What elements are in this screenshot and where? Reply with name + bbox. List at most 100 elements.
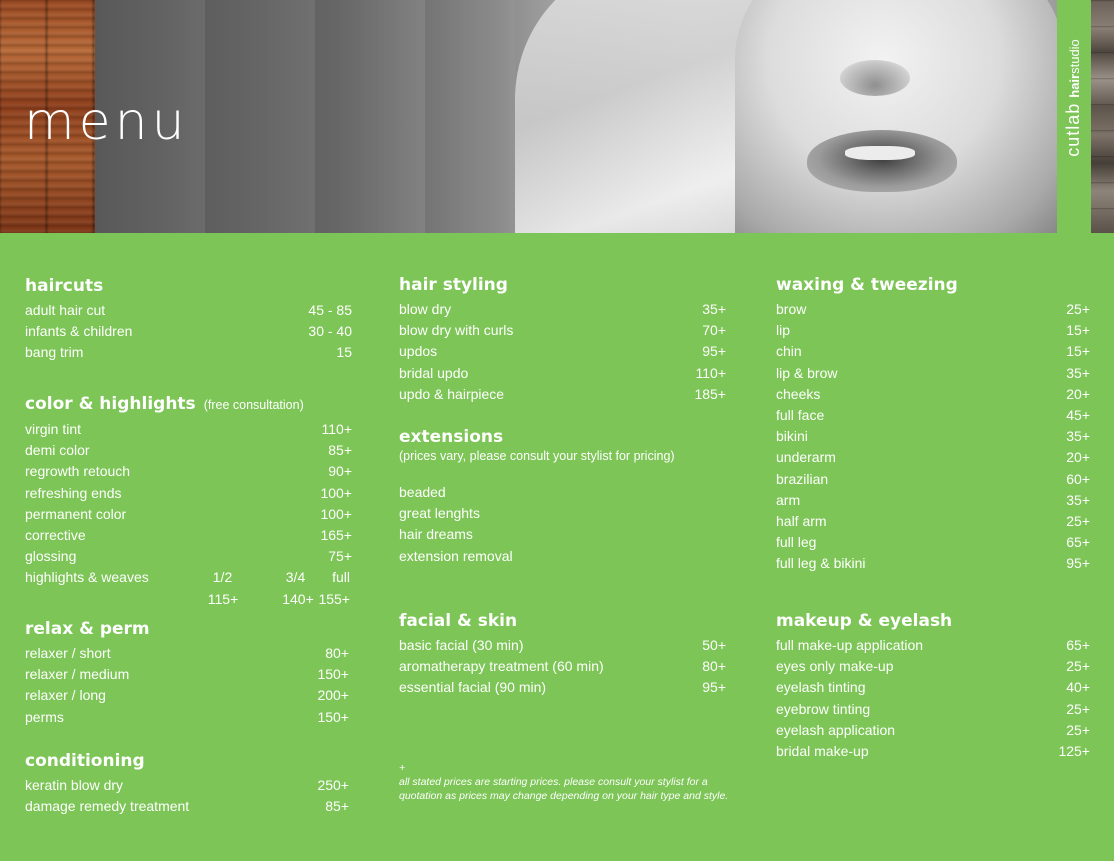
section-haircuts: haircuts adult hair cut 45 - 85 infants & …: [25, 275, 352, 364]
menu-item-row: brow 25+: [776, 299, 1090, 320]
menu-item-row: relaxer / short 80+: [25, 643, 349, 664]
menu-item-name: eyelash application: [776, 721, 896, 738]
menu-item-name: underarm: [776, 449, 836, 466]
menu-item-row: blow dry 35+: [399, 299, 726, 320]
menu-item-price: 35+: [702, 301, 726, 317]
menu-item-name: lip: [776, 322, 791, 339]
menu-item-row: demi color 85+: [25, 440, 352, 461]
section-title: relax & perm: [25, 619, 150, 639]
menu-item-row: full face 45+: [776, 405, 1090, 426]
menu-item-name: eyelash tinting: [776, 679, 866, 696]
menu-item-name: lip & brow: [776, 364, 838, 381]
menu-item-row: full leg & bikini 95+: [776, 553, 1090, 574]
menu-item-row: adult hair cut 45 - 85: [25, 300, 352, 321]
menu-item-name: demi color: [25, 442, 90, 459]
menu-item-name: eyes only make-up: [776, 658, 894, 675]
menu-item-price: 100+: [320, 484, 352, 501]
menu-item-name: chin: [776, 343, 802, 360]
menu-item-price: 165+: [320, 526, 352, 543]
menu-item-price: 185+: [694, 385, 726, 402]
menu-item-row: half arm 25+: [776, 511, 1090, 532]
menu-item-name: brow: [776, 301, 807, 317]
menu-item-row: eyes only make-up 25+: [776, 656, 1090, 677]
menu-item-row: blow dry with curls 70+: [399, 320, 726, 341]
menu-item-row: corrective 165+: [25, 525, 352, 546]
menu-item-name: virgin tint: [25, 421, 82, 437]
menu-item-name: full make-up application: [776, 637, 924, 653]
menu-item-price: 250+: [317, 777, 349, 793]
section-makeup-eyelash: makeup & eyelash full make-up applicatio…: [776, 610, 1090, 762]
menu-item-name: blow dry with curls: [399, 322, 514, 339]
section-note: (prices vary, please consult your stylis…: [399, 449, 675, 463]
menu-item-price: 95+: [702, 343, 726, 360]
menu-item-name: essential facial (90 min): [399, 679, 547, 696]
menu-item-price: 90+: [328, 463, 352, 480]
highlights-prices-row: 115+ 140+ 155+: [207, 590, 350, 607]
menu-item-row: underarm 20+: [776, 447, 1090, 468]
menu-item-price: 35+: [1066, 428, 1090, 445]
menu-item-price: 30 - 40: [308, 323, 352, 340]
section-title: color & highlights (free consultation): [25, 394, 304, 414]
menu-item-name: full leg & bikini: [776, 555, 866, 572]
menu-item-price: 75+: [328, 548, 352, 565]
menu-item-price: 125+: [1058, 742, 1090, 759]
brand-logo: cutlab hairstudio: [1063, 39, 1083, 157]
section-waxing-tweezing: waxing & tweezing brow 25+ lip 15+ chin 15+ li…: [776, 274, 1090, 574]
menu-item-row: updo & hairpiece 185+: [399, 384, 726, 405]
menu-item-name: keratin blow dry: [25, 777, 124, 793]
section-color-highlights: color & highlights (free consultation) vi…: [25, 393, 352, 610]
menu-item-name: full face: [776, 406, 825, 423]
menu-item-price: 150+: [317, 708, 349, 725]
section-hair-styling: hair styling blow dry 35+ blow dry with cu…: [399, 274, 726, 405]
menu-item-name: cheeks: [776, 385, 821, 402]
menu-item-name: full leg: [776, 534, 817, 551]
menu-item-price: 70+: [702, 322, 726, 339]
menu-item-price: 35+: [1066, 491, 1090, 508]
menu-item-name: regrowth retouch: [25, 463, 131, 480]
menu-item-price: 65+: [1066, 637, 1090, 653]
menu-item-name: relaxer / medium: [25, 666, 130, 683]
menu-item-name: blow dry: [399, 301, 452, 317]
section-relax-perm: relax & perm relaxer / short 80+ relaxer /…: [25, 618, 349, 728]
menu-item-row: lip & brow 35+: [776, 363, 1090, 384]
menu-item-row: lip 15+: [776, 320, 1090, 341]
page-title: menu: [24, 92, 189, 152]
menu-item-row: relaxer / medium 150+: [25, 664, 349, 685]
section-title: waxing & tweezing: [776, 275, 958, 295]
menu-item-name: updo & hairpiece: [399, 385, 505, 402]
menu-item-row: eyelash tinting 40+: [776, 677, 1090, 698]
menu-item-row: essential facial (90 min) 95+: [399, 677, 726, 698]
section-title: hair styling: [399, 275, 508, 295]
menu-item-row: aromatherapy treatment (60 min) 80+: [399, 656, 726, 677]
menu-item-price: 40+: [1066, 679, 1090, 696]
menu-item-row: eyelash application 25+: [776, 720, 1090, 741]
menu-item-name: permanent color: [25, 505, 127, 522]
section-title: facial & skin: [399, 611, 518, 631]
menu-item-name: glossing: [25, 548, 77, 565]
menu-item-name: extension removal: [399, 547, 513, 564]
menu-item-row: relaxer / long 200+: [25, 685, 349, 706]
section-conditioning: conditioning keratin blow dry 250+ damage …: [25, 750, 349, 817]
menu-item-price: 25+: [1066, 700, 1090, 717]
menu-item-price: 95+: [1066, 555, 1090, 572]
menu-item-price: 80+: [702, 658, 726, 675]
menu-item-name: perms: [25, 708, 64, 725]
section-title: extensions: [399, 427, 504, 447]
menu-item-row: brazilian 60+: [776, 469, 1090, 490]
menu-item-row: full leg 65+: [776, 532, 1090, 553]
menu-item-name: bridal make-up: [776, 742, 869, 759]
menu-item-name: adult hair cut: [25, 302, 106, 318]
menu-item-price: 50+: [702, 637, 726, 653]
menu-item-name: bridal updo: [399, 364, 469, 381]
menu-item-price: 20+: [1066, 449, 1090, 466]
menu-item-row: basic facial (30 min) 50+: [399, 635, 726, 656]
section-facial-skin: facial & skin basic facial (30 min) 50+ ar…: [399, 610, 726, 699]
menu-item-row: refreshing ends 100+: [25, 483, 352, 504]
menu-item-name: damage remedy treatment: [25, 798, 190, 815]
menu-item-name: half arm: [776, 512, 827, 529]
menu-item-price: 85+: [328, 442, 352, 459]
menu-item-price: 150+: [317, 666, 349, 683]
menu-item-price: 45 - 85: [308, 302, 352, 318]
menu-item-row: virgin tint 110+: [25, 419, 352, 440]
menu-item-row: permanent color 100+: [25, 504, 352, 525]
